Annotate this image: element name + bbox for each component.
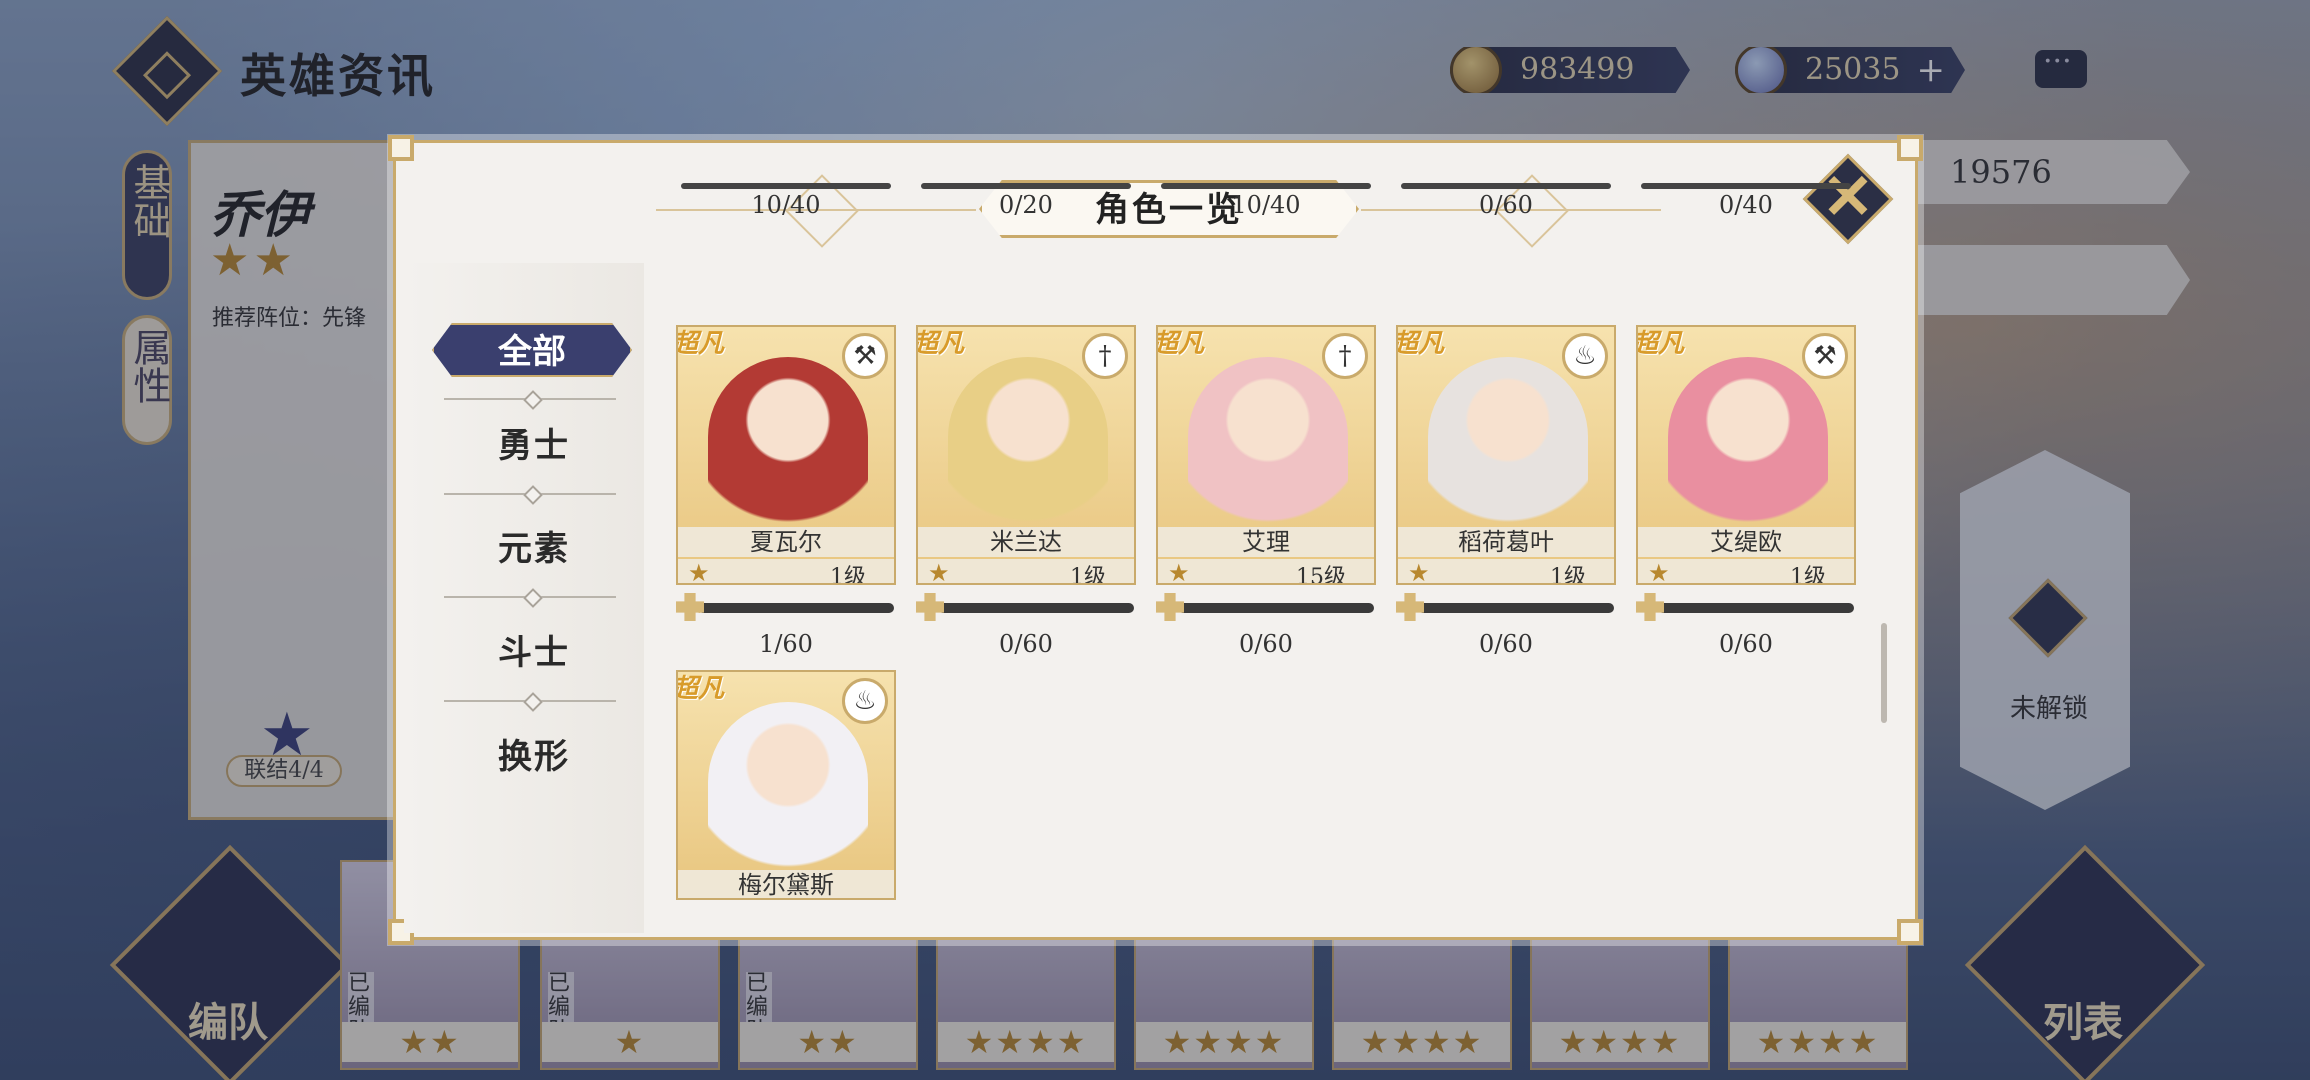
filter-element[interactable]: 元素	[444, 521, 624, 570]
hero-level: 1级	[1070, 565, 1106, 585]
star-icon: ★	[1408, 559, 1430, 585]
hero-name: 艾理	[1158, 527, 1374, 557]
hero-portrait	[1668, 357, 1828, 537]
hero-portrait	[948, 357, 1108, 537]
hero-portrait	[708, 357, 868, 537]
flame-icon: ♨	[1562, 333, 1608, 379]
shard-value: 0/60	[999, 630, 1053, 658]
rarity-badge: 超凡	[916, 329, 965, 359]
filter-fighter[interactable]: 斗士	[444, 625, 624, 674]
hero-portrait	[708, 702, 868, 882]
hero-level: 1级	[1790, 565, 1826, 585]
shard-icon	[1156, 593, 1184, 621]
star-icon: ★	[1648, 559, 1670, 585]
rarity-badge: 超凡	[1156, 329, 1205, 359]
star-icon: ★	[1168, 559, 1190, 585]
corner-ornament	[1897, 135, 1923, 161]
scrollbar[interactable]	[1881, 623, 1887, 723]
shard-progress	[1636, 593, 1856, 629]
hero-name: 米兰达	[918, 527, 1134, 557]
rarity-badge: 超凡	[676, 674, 725, 704]
shard-progress	[916, 593, 1136, 629]
shard-progress	[676, 593, 896, 629]
filter-all-label: 全部	[498, 332, 566, 372]
hero-level-row: ★ 1级	[918, 559, 1134, 585]
shard-progress-value: 0/20	[999, 191, 1053, 219]
hero-level-row: ★ 15级	[1158, 559, 1374, 585]
shard-progress	[1396, 593, 1616, 629]
rarity-badge: 超凡	[676, 329, 725, 359]
shard-progress-value: 0/40	[1719, 191, 1773, 219]
hero-level-row: ★ 1级	[678, 559, 894, 585]
shard-bar	[1418, 603, 1614, 613]
hero-portrait	[1428, 357, 1588, 537]
shard-icon	[676, 593, 704, 621]
shard-bar	[698, 603, 894, 613]
shard-progress-bar	[681, 183, 891, 189]
shard-bar	[1178, 603, 1374, 613]
filter-shapeshift[interactable]: 换形	[444, 729, 624, 778]
rarity-badge: 超凡	[1396, 329, 1445, 359]
shard-progress-bar	[1641, 183, 1851, 189]
hero-name: 夏瓦尔	[678, 527, 894, 557]
shard-value: 0/60	[1479, 630, 1533, 658]
character-list-modal: 角色一览 ✕ 全部 勇士 元素 斗士 换形 10/40 0/20 10/40 0/60…	[388, 135, 1923, 945]
hero-card[interactable]: 超凡 ⚒ 艾缇欧 ★ 1级	[1636, 325, 1856, 585]
shard-progress-value: 10/40	[751, 191, 821, 219]
hero-level: 1级	[1550, 565, 1586, 585]
shard-progress-bar	[1161, 183, 1371, 189]
filter-all[interactable]: 全部	[432, 323, 632, 377]
corner-ornament	[1897, 919, 1923, 945]
hero-level-row: ★ 1级	[1398, 559, 1614, 585]
shard-progress	[1156, 593, 1376, 629]
shard-progress-value: 0/60	[1479, 191, 1533, 219]
hero-level: 1级	[830, 565, 866, 585]
shard-bar	[938, 603, 1134, 613]
filter-divider	[444, 700, 616, 702]
axe-icon: ⚒	[842, 333, 888, 379]
filter-warrior[interactable]: 勇士	[444, 418, 624, 467]
hero-name: 稻荷葛叶	[1398, 527, 1614, 557]
axe-icon: ⚒	[1802, 333, 1848, 379]
hero-name: 艾缇欧	[1638, 527, 1854, 557]
shard-progress-bar	[921, 183, 1131, 189]
rarity-badge: 超凡	[1636, 329, 1685, 359]
hero-card[interactable]: 超凡 ⚒ 夏瓦尔 ★ 1级	[676, 325, 896, 585]
filter-divider	[444, 398, 616, 400]
hero-card[interactable]: 超凡 † 艾理 ★ 15级	[1156, 325, 1376, 585]
shard-value: 0/60	[1239, 630, 1293, 658]
star-icon: ★	[688, 559, 710, 585]
hero-level-row: ★ 1级	[1638, 559, 1854, 585]
shard-icon	[1636, 593, 1664, 621]
hero-portrait	[1188, 357, 1348, 537]
corner-ornament	[388, 135, 414, 161]
sword-icon: †	[1322, 333, 1368, 379]
star-icon: ★	[928, 559, 950, 585]
hero-name: 梅尔黛斯	[678, 870, 894, 898]
sword-icon: †	[1082, 333, 1128, 379]
filter-column: 全部 勇士 元素 斗士 换形	[404, 263, 644, 933]
shard-bar	[1658, 603, 1854, 613]
shard-icon	[916, 593, 944, 621]
shard-progress-bar	[1401, 183, 1611, 189]
filter-divider	[444, 493, 616, 495]
hero-level: 15级	[1296, 565, 1346, 585]
hero-card[interactable]: 超凡 ♨ 稻荷葛叶 ★ 1级	[1396, 325, 1616, 585]
shard-value: 0/60	[1719, 630, 1773, 658]
shard-value: 1/60	[759, 630, 813, 658]
flame-icon: ♨	[842, 678, 888, 724]
shard-icon	[1396, 593, 1424, 621]
shard-progress-value: 10/40	[1231, 191, 1301, 219]
hero-card[interactable]: 超凡 ♨ 梅尔黛斯	[676, 670, 896, 900]
hero-card[interactable]: 超凡 † 米兰达 ★ 1级	[916, 325, 1136, 585]
filter-divider	[444, 596, 616, 598]
